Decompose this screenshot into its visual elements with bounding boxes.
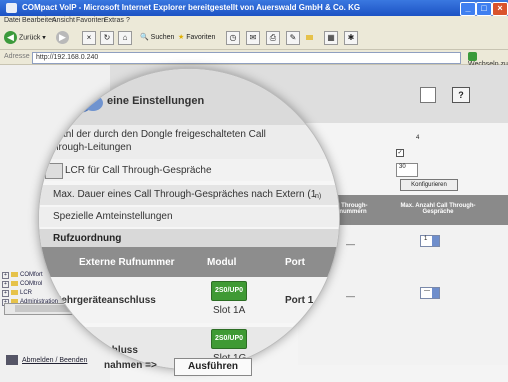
ie-icon	[6, 3, 17, 13]
row1-value: 4	[416, 135, 420, 141]
menu-file[interactable]: Datei	[4, 17, 20, 24]
row2-label: geräteanschluss	[59, 345, 138, 356]
port-1: Port 1	[285, 295, 314, 306]
search-button[interactable]: 🔍 Suchen	[140, 31, 174, 45]
messenger-button[interactable]: ✱	[344, 31, 358, 45]
chevron-down-icon	[432, 236, 439, 246]
execute-button[interactable]: Ausführen	[174, 358, 252, 376]
section-title: eine Einstellungen	[107, 95, 205, 107]
folder-icon	[11, 289, 18, 295]
media-button[interactable]: ▦	[324, 31, 338, 45]
close-button[interactable]: ×	[492, 2, 508, 16]
folder-icon	[11, 271, 18, 277]
address-bar: Adresse http://192.168.0.240 Wechseln zu	[0, 50, 508, 68]
through-number-cell-2: —	[346, 291, 355, 301]
col-max-calls: Max. Anzahl Call Through- Gespräche	[400, 203, 476, 215]
maximize-button[interactable]: □	[476, 2, 492, 16]
address-input[interactable]: http://192.168.0.240	[32, 52, 461, 64]
edit-icon: ✎	[286, 31, 300, 45]
routing-heading: Rufzuordnung	[53, 233, 122, 244]
menu-view[interactable]: Ansicht	[52, 17, 75, 24]
max-calls-select-2[interactable]: —	[420, 287, 440, 299]
chevron-down-icon	[432, 288, 439, 298]
dongle-text-2: hrough-Leitungen	[53, 142, 132, 153]
title-bar: COMpact VoIP - Microsoft Internet Explor…	[0, 0, 508, 16]
browser-toolbar: ◀ Zurück ▾ ▶ × ↻ ⌂ 🔍 Suchen ★ Favoriten …	[0, 27, 508, 50]
routing-table-header: Externe Rufnummer Modul Port	[39, 247, 339, 277]
search-label: Suchen	[150, 34, 175, 41]
menu-favorites[interactable]: Favoriten	[76, 17, 105, 24]
star-icon: ★	[178, 34, 185, 41]
minimize-button[interactable]: _	[460, 2, 476, 16]
go-arrow-icon	[468, 52, 477, 61]
max-duration-label: Max. Dauer eines Call Through-Gespräches…	[53, 189, 317, 200]
folder-button[interactable]	[306, 31, 315, 45]
messenger-icon: ✱	[344, 31, 358, 45]
home-icon: ⌂	[118, 31, 132, 45]
auerswald-logo-ring	[83, 95, 103, 111]
mail-icon: ✉	[246, 31, 260, 45]
mail-button[interactable]: ✉	[246, 31, 260, 45]
menu-tools[interactable]: Extras	[104, 17, 124, 24]
module-badge-1[interactable]: 2S0/UP0	[211, 281, 247, 301]
search-icon: 🔍	[140, 34, 149, 41]
printer-icon: ⎙	[266, 31, 280, 45]
logout-icon	[6, 355, 18, 365]
favorites-label: Favoriten	[186, 34, 216, 41]
favorites-button[interactable]: ★ Favoriten	[178, 31, 215, 45]
back-arrow-icon: ◀	[4, 31, 17, 44]
row2-checkbox[interactable]: ✓	[396, 149, 404, 161]
lcr-label: LCR für Call Through-Gespräche	[65, 165, 212, 176]
col-port: Port	[285, 257, 305, 268]
help-button[interactable]: ?	[452, 87, 470, 103]
back-button[interactable]: ◀ Zurück ▾	[4, 31, 46, 45]
configure-button[interactable]: Konfigurieren	[400, 179, 458, 191]
col-module: Modul	[207, 257, 237, 268]
col-external-number: Externe Rufnummer	[79, 257, 175, 268]
refresh-icon: ↻	[100, 31, 114, 45]
history-button[interactable]: ◷	[226, 31, 240, 45]
forward-button[interactable]: ▶	[56, 31, 69, 45]
menu-help[interactable]: ?	[126, 17, 130, 24]
refresh-button[interactable]: ↻	[100, 31, 114, 45]
magnifier-lens: A eine Einstellungen wahl der durch den …	[38, 68, 340, 370]
media-icon: ▦	[324, 31, 338, 45]
special-settings-label: Spezielle Amteinstellungen	[53, 211, 173, 222]
stop-button[interactable]: ×	[82, 31, 96, 45]
dongle-text-1: wahl der durch den Dongle freigeschaltet…	[53, 129, 266, 140]
module-badge-2[interactable]: 2S0/UP0	[211, 329, 247, 349]
home-button[interactable]: ⌂	[118, 31, 132, 45]
max-duration-input[interactable]: 30	[396, 163, 418, 177]
folder-icon	[306, 34, 313, 40]
max-calls-select[interactable]: 1	[420, 235, 440, 247]
max-duration-unit: n)	[315, 193, 322, 200]
folder-icon	[11, 280, 18, 286]
window-title: COMpact VoIP - Microsoft Internet Explor…	[22, 3, 361, 12]
row1-label: Mehrgeräteanschluss	[53, 295, 156, 306]
history-icon: ◷	[226, 31, 240, 45]
stop-icon: ×	[82, 31, 96, 45]
edit-button[interactable]: ✎	[286, 31, 300, 45]
print-button[interactable]: ⎙	[266, 31, 280, 45]
address-label: Adresse	[4, 53, 30, 60]
menu-edit[interactable]: Bearbeiten	[22, 17, 56, 24]
menu-bar: Datei Bearbeiten Ansicht Favoriten Extra…	[0, 16, 508, 27]
back-label: Zurück	[18, 34, 41, 42]
list-icon	[45, 163, 63, 179]
forward-arrow-icon: ▶	[56, 31, 69, 44]
slot-1: Slot 1A	[213, 305, 246, 316]
action-label: nahmen =>	[104, 360, 157, 371]
print-page-icon[interactable]	[420, 87, 436, 103]
through-number-cell: —	[346, 239, 355, 249]
